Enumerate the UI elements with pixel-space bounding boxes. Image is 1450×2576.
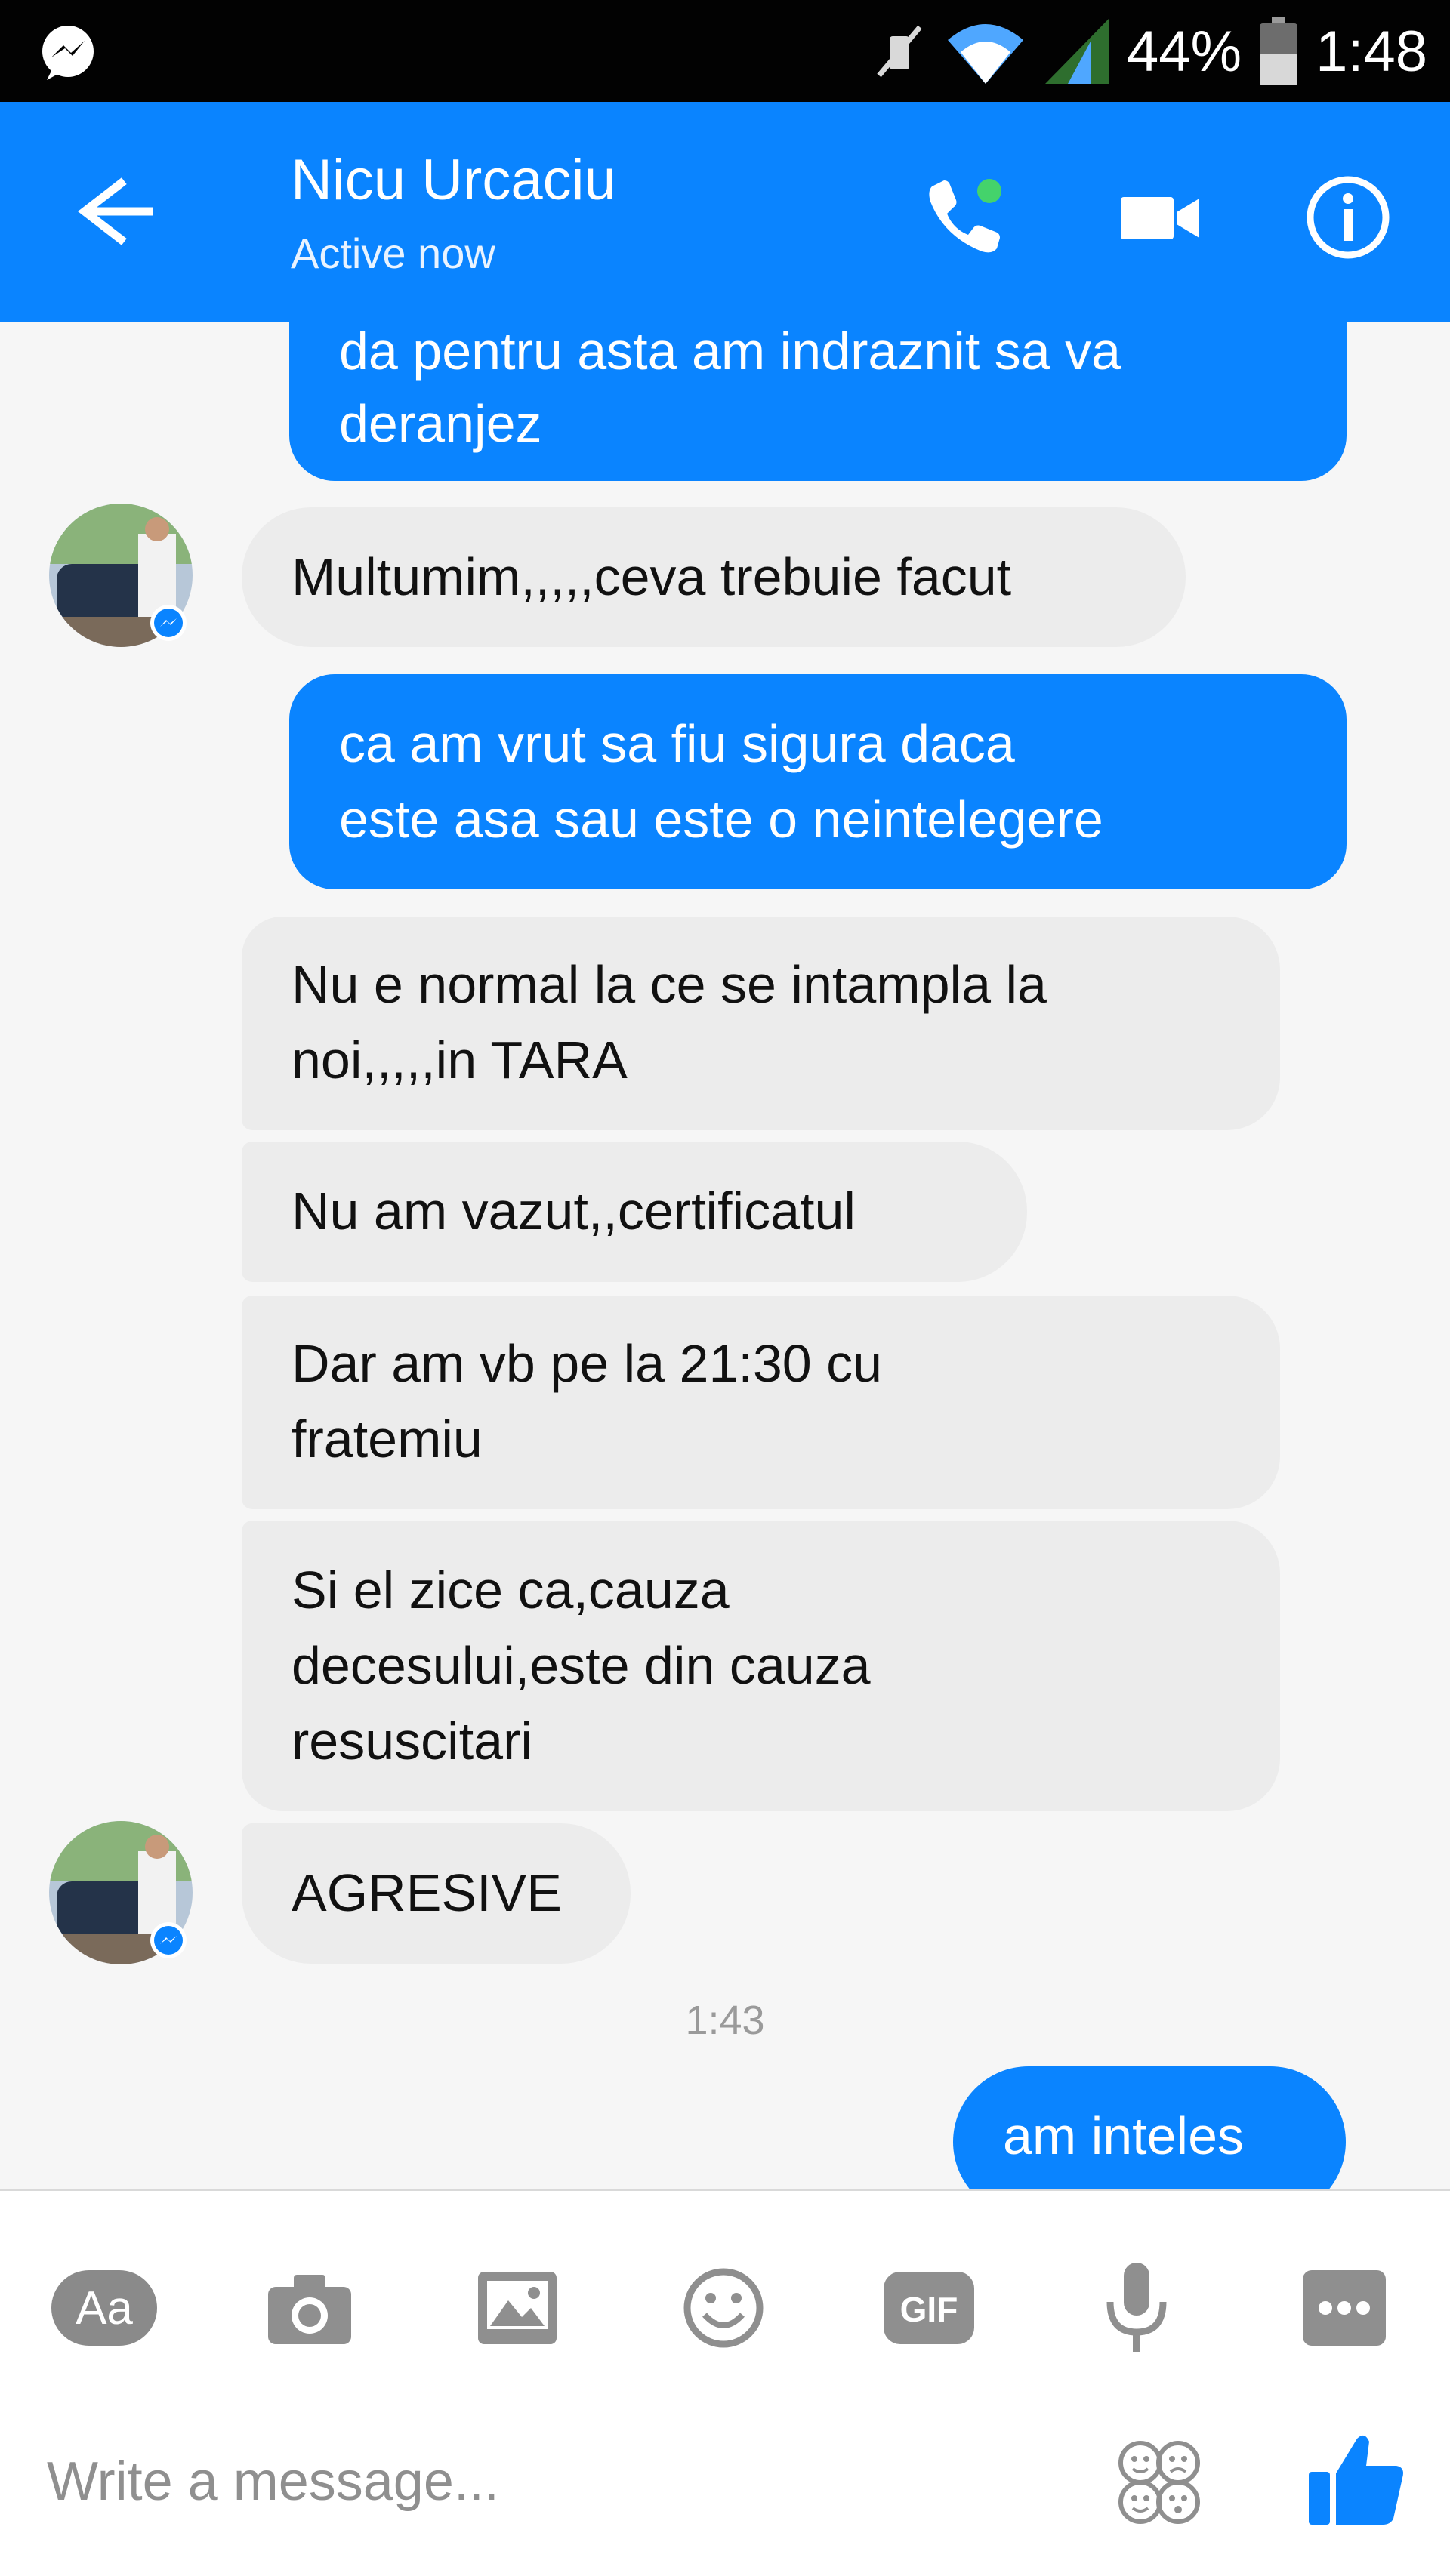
battery-icon [1260,17,1298,85]
avatar[interactable] [49,1821,193,1964]
message-bubble-incoming[interactable]: Nu e normal la ce se intampla la noi,,,,… [242,917,1280,1130]
gallery-button[interactable] [464,2259,570,2357]
back-arrow-icon[interactable] [68,170,159,253]
more-button[interactable] [1291,2259,1397,2357]
camera-icon [268,2275,351,2344]
message-bubble-incoming[interactable]: Multumim,,,,,ceva trebuie facut [242,507,1186,647]
svg-text:GIF: GIF [900,2290,958,2329]
message-bubble-outgoing[interactable]: ca am vrut sa fiu sigura daca este asa s… [289,674,1347,889]
microphone-button[interactable] [1084,2259,1189,2357]
video-camera-icon[interactable] [1110,168,1208,267]
signal-icon [1044,19,1109,84]
message-bubble-incoming[interactable]: AGRESIVE [242,1823,631,1964]
clock: 1:48 [1316,19,1427,84]
wifi-icon [947,24,1023,84]
message-bubble-incoming[interactable]: Si el zice ca,cauza decesului,este din c… [242,1521,1280,1811]
gif-button[interactable]: GIF [876,2259,982,2357]
message-composer: Aa GIF [0,2189,1450,2576]
more-icon [1303,2270,1386,2346]
microphone-icon [1106,2263,1167,2352]
message-list[interactable]: da pentru asta am indraznit sa va deranj… [0,322,1450,2189]
status-bar: 44% 1:48 [0,0,1450,102]
message-timestamp: 1:43 [685,1998,765,2043]
battery-percent: 44% [1126,19,1242,84]
info-icon[interactable] [1299,168,1397,267]
active-status: Active now [291,230,495,277]
thumbs-up-icon[interactable] [1303,2425,1408,2531]
message-bubble-incoming[interactable]: Nu am vazut,,certificatul [242,1142,1027,1282]
contact-name[interactable]: Nicu Urcaciu [291,147,616,213]
message-bubble-incoming[interactable]: Dar am vb pe la 21:30 cu fratemiu [242,1296,1280,1509]
message-input[interactable] [47,2440,1029,2523]
gif-icon: GIF [884,2272,974,2344]
conversation-header: Nicu Urcaciu Active now [0,102,1450,322]
sticker-icon[interactable] [1110,2433,1208,2531]
camera-button[interactable] [257,2259,362,2357]
emoji-button[interactable] [671,2259,776,2357]
gallery-icon [478,2272,557,2344]
message-bubble-outgoing[interactable]: da pentru asta am indraznit sa va deranj… [289,322,1347,481]
emoji-icon [683,2268,764,2348]
message-bubble-outgoing[interactable]: am inteles [953,2066,1346,2189]
messenger-icon [42,26,94,80]
aa-label: Aa [51,2270,157,2346]
text-style-button[interactable]: Aa [51,2259,157,2357]
avatar[interactable] [49,504,193,647]
mute-icon [877,25,922,78]
phone-icon[interactable] [914,168,1012,267]
